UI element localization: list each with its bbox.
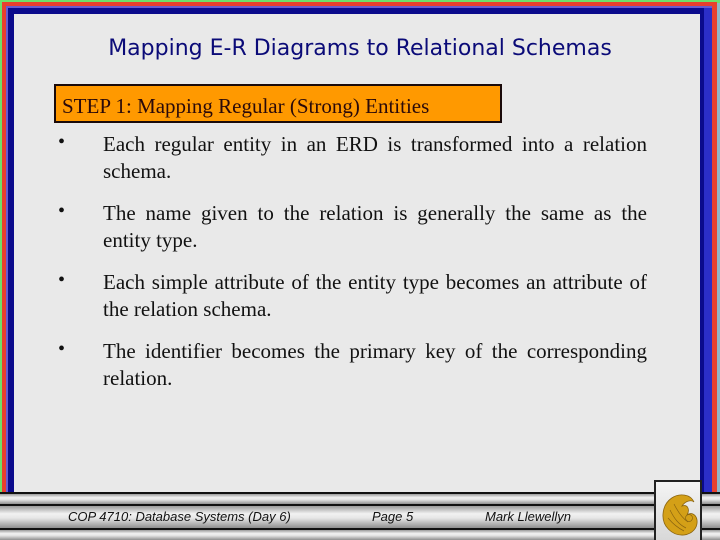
footer-band-top	[0, 492, 720, 504]
slide-title: Mapping E-R Diagrams to Relational Schem…	[108, 36, 612, 61]
bullet-marker: •	[58, 200, 66, 222]
bullet-text: The identifier becomes the primary key o…	[103, 339, 647, 390]
bullet-marker: •	[58, 269, 66, 291]
bullet-text: Each simple attribute of the entity type…	[103, 270, 647, 321]
pegasus-logo-icon	[662, 494, 698, 536]
step-banner-text: STEP 1: Mapping Regular (Strong) Entitie…	[62, 94, 430, 118]
bullet-marker: •	[58, 131, 66, 153]
logo-box	[654, 480, 702, 540]
footer-author: Mark Llewellyn	[485, 509, 571, 524]
bullet-text: Each regular entity in an ERD is transfo…	[103, 132, 647, 183]
footer-course: COP 4710: Database Systems (Day 6)	[68, 509, 291, 524]
footer-page-number: Page 5	[372, 509, 414, 524]
footer-band-bottom	[0, 528, 720, 540]
step-banner: STEP 1: Mapping Regular (Strong) Entitie…	[54, 84, 502, 123]
slide-footer: COP 4710: Database Systems (Day 6) Page …	[0, 492, 720, 540]
bullet-marker: •	[58, 338, 66, 360]
bullet-text: The name given to the relation is genera…	[103, 201, 647, 252]
